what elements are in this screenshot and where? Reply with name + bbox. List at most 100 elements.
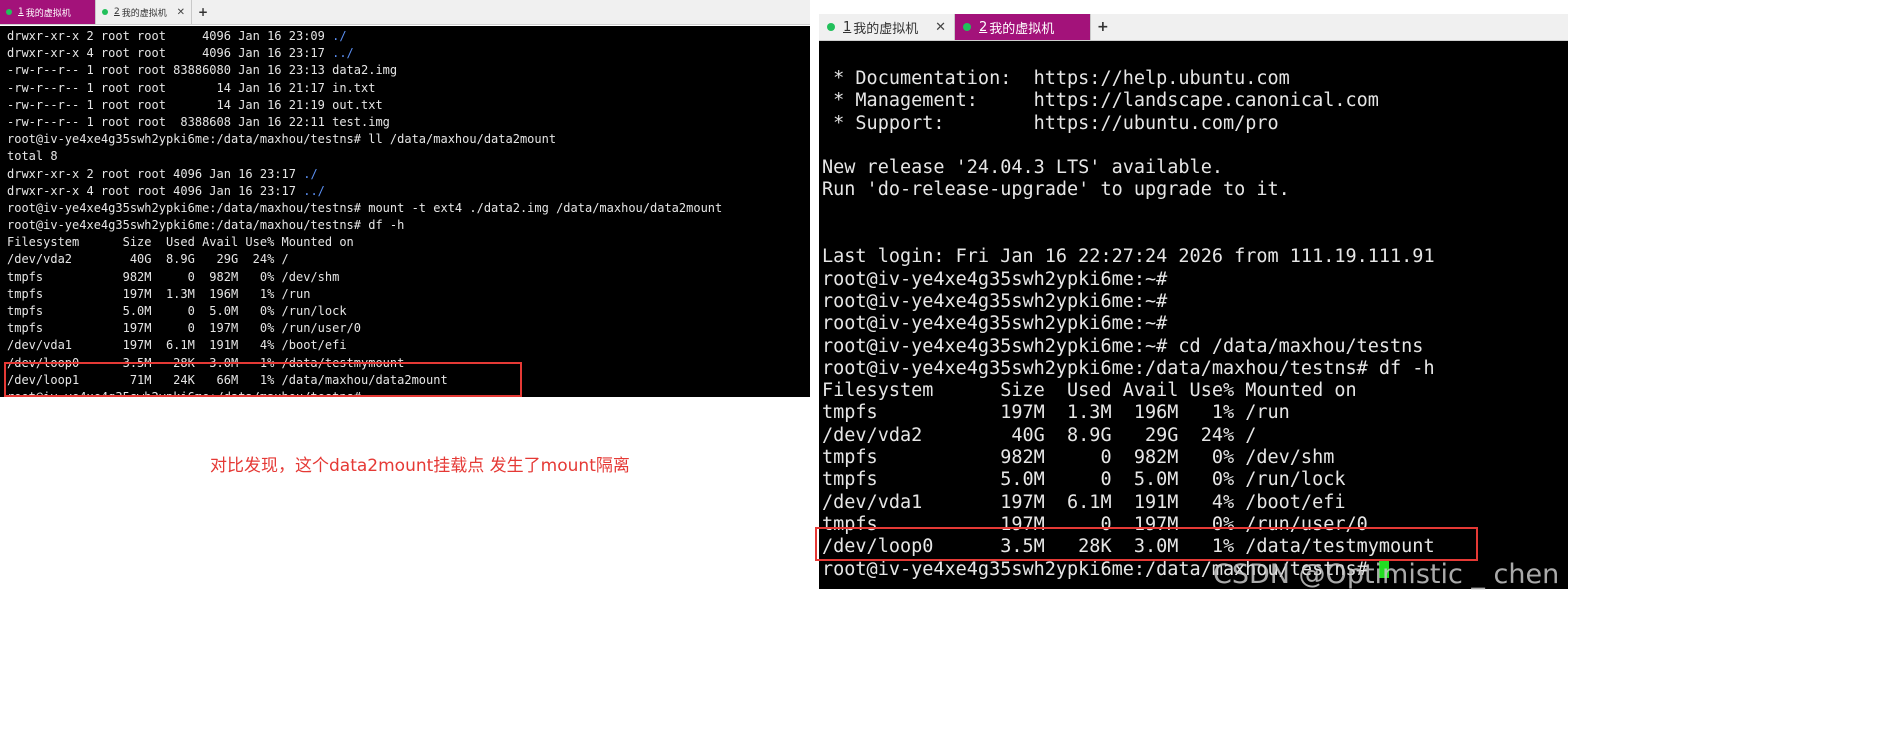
terminal-line-text: Last login: Fri Jan 16 22:27:24 2026 fro… bbox=[822, 246, 1435, 268]
new-tab-icon[interactable]: + bbox=[1091, 14, 1115, 40]
left-terminal-output[interactable]: drwxr-xr-x 2 root root 4096 Jan 16 23:09… bbox=[0, 26, 810, 397]
left-highlight-box bbox=[4, 362, 522, 397]
terminal-line: root@iv-ye4xe4g35swh2ypki6me:/data/maxho… bbox=[7, 200, 810, 217]
left-tab-bar: 1 我的虚拟机 2 我的虚拟机 ✕ + bbox=[0, 0, 810, 25]
status-dot-icon bbox=[102, 9, 108, 15]
terminal-line: tmpfs 982M 0 982M 0% /dev/shm bbox=[7, 269, 810, 286]
terminal-line-text: drwxr-xr-x 4 root root 4096 Jan 16 23:17 bbox=[7, 46, 333, 61]
watermark: CSDN @Optimistic _ chen bbox=[1213, 559, 1560, 590]
terminal-line: * Documentation: https://help.ubuntu.com bbox=[822, 68, 1568, 90]
terminal-line-text: drwxr-xr-x 2 root root 4096 Jan 16 23:17 bbox=[7, 166, 304, 181]
terminal-line-text: * Support: https://ubuntu.com/pro bbox=[822, 112, 1279, 134]
tab-number: 1 bbox=[18, 7, 24, 17]
terminal-line-text: Filesystem Size Used Avail Use% Mounted … bbox=[822, 380, 1357, 402]
terminal-line: root@iv-ye4xe4g35swh2ypki6me:~# bbox=[822, 291, 1568, 313]
tab-label: 我的虚拟机 bbox=[853, 21, 919, 37]
terminal-line: drwxr-xr-x 2 root root 4096 Jan 16 23:09… bbox=[7, 28, 810, 45]
terminal-line-text: root@iv-ye4xe4g35swh2ypki6me:~# cd /data… bbox=[822, 335, 1424, 357]
terminal-line-text: Run 'do-release-upgrade' to upgrade to i… bbox=[822, 179, 1290, 201]
terminal-line-text: -rw-r--r-- 1 root root 14 Jan 16 21:19 o… bbox=[7, 97, 383, 112]
left-tab-2[interactable]: 2 我的虚拟机 ✕ bbox=[96, 0, 192, 24]
terminal-line: tmpfs 5.0M 0 5.0M 0% /run/lock bbox=[7, 303, 810, 320]
terminal-line-text: * Documentation: https://help.ubuntu.com bbox=[822, 68, 1290, 89]
terminal-line: Filesystem Size Used Avail Use% Mounted … bbox=[822, 380, 1568, 402]
terminal-line: tmpfs 982M 0 982M 0% /dev/shm bbox=[822, 447, 1568, 469]
terminal-line-text: drwxr-xr-x 4 root root 4096 Jan 16 23:17 bbox=[7, 183, 304, 198]
directory-name: ../ bbox=[332, 46, 354, 61]
terminal-line-text: root@iv-ye4xe4g35swh2ypki6me:~# bbox=[822, 290, 1168, 312]
terminal-line: -rw-r--r-- 1 root root 83886080 Jan 16 2… bbox=[7, 62, 810, 79]
right-terminal-window: 1 我的虚拟机 ✕ 2 我的虚拟机 + * Documentation: htt… bbox=[819, 14, 1568, 589]
terminal-line-text: /dev/vda1 197M 6.1M 191M 4% /boot/efi bbox=[7, 338, 347, 353]
status-dot-icon bbox=[963, 23, 971, 31]
terminal-line-text: -rw-r--r-- 1 root root 8388608 Jan 16 22… bbox=[7, 114, 390, 129]
tab-label: 我的虚拟机 bbox=[25, 8, 71, 19]
terminal-line-text: tmpfs 5.0M 0 5.0M 0% /run/lock bbox=[822, 469, 1346, 491]
close-icon[interactable]: ✕ bbox=[935, 20, 946, 35]
close-icon[interactable]: ✕ bbox=[177, 7, 185, 18]
terminal-line: root@iv-ye4xe4g35swh2ypki6me:~# cd /data… bbox=[822, 336, 1568, 358]
tab-label: 我的虚拟机 bbox=[121, 8, 167, 19]
left-terminal-window: 1 我的虚拟机 2 我的虚拟机 ✕ + drwxr-xr-x 2 root ro… bbox=[0, 0, 810, 397]
terminal-line: Last login: Fri Jan 16 22:27:24 2026 fro… bbox=[822, 246, 1568, 268]
terminal-line-text: -rw-r--r-- 1 root root 14 Jan 16 21:17 i… bbox=[7, 80, 376, 95]
status-dot-icon bbox=[827, 23, 835, 31]
right-tab-1[interactable]: 1 我的虚拟机 ✕ bbox=[819, 14, 955, 40]
terminal-line: Filesystem Size Used Avail Use% Mounted … bbox=[7, 234, 810, 251]
terminal-line-text: tmpfs 982M 0 982M 0% /dev/shm bbox=[7, 269, 340, 284]
terminal-line-text: tmpfs 197M 1.3M 196M 1% /run bbox=[822, 402, 1290, 424]
terminal-line: root@iv-ye4xe4g35swh2ypki6me:~# bbox=[822, 269, 1568, 291]
terminal-line: tmpfs 197M 1.3M 196M 1% /run bbox=[7, 286, 810, 303]
terminal-line: root@iv-ye4xe4g35swh2ypki6me:/data/maxho… bbox=[7, 131, 810, 148]
terminal-line-text: * Management: https://landscape.canonica… bbox=[822, 90, 1379, 112]
terminal-line: root@iv-ye4xe4g35swh2ypki6me:/data/maxho… bbox=[822, 358, 1568, 380]
terminal-line-text: tmpfs 197M 0 197M 0% /run/user/0 bbox=[7, 321, 362, 336]
right-terminal-output[interactable]: * Documentation: https://help.ubuntu.com… bbox=[819, 41, 1568, 589]
terminal-line: * Support: https://ubuntu.com/pro bbox=[822, 113, 1568, 135]
directory-name: ./ bbox=[303, 166, 318, 181]
terminal-line: -rw-r--r-- 1 root root 8388608 Jan 16 22… bbox=[7, 114, 810, 131]
terminal-line: root@iv-ye4xe4g35swh2ypki6me:~# bbox=[822, 313, 1568, 335]
terminal-line: Run 'do-release-upgrade' to upgrade to i… bbox=[822, 179, 1568, 201]
terminal-line-text: /dev/vda1 197M 6.1M 191M 4% /boot/efi bbox=[822, 491, 1346, 513]
tab-number: 2 bbox=[979, 19, 988, 35]
status-dot-icon bbox=[6, 9, 12, 15]
terminal-line: total 8 bbox=[7, 148, 810, 165]
terminal-line: New release '24.04.3 LTS' available. bbox=[822, 157, 1568, 179]
terminal-line: drwxr-xr-x 4 root root 4096 Jan 16 23:17… bbox=[7, 45, 810, 62]
terminal-line: -rw-r--r-- 1 root root 14 Jan 16 21:19 o… bbox=[7, 97, 810, 114]
terminal-line-text: root@iv-ye4xe4g35swh2ypki6me:/data/maxho… bbox=[7, 218, 405, 233]
new-tab-icon[interactable]: + bbox=[192, 0, 214, 24]
tab-number: 2 bbox=[114, 7, 120, 17]
terminal-line: * Management: https://landscape.canonica… bbox=[822, 90, 1568, 112]
terminal-line-text: root@iv-ye4xe4g35swh2ypki6me:~# bbox=[822, 268, 1168, 290]
terminal-line: -rw-r--r-- 1 root root 14 Jan 16 21:17 i… bbox=[7, 80, 810, 97]
terminal-line-text: /dev/vda2 40G 8.9G 29G 24% / bbox=[7, 252, 289, 267]
terminal-line-text: root@iv-ye4xe4g35swh2ypki6me:/data/maxho… bbox=[7, 200, 723, 215]
terminal-line-text: New release '24.04.3 LTS' available. bbox=[822, 157, 1223, 179]
terminal-line-text: root@iv-ye4xe4g35swh2ypki6me:/data/maxho… bbox=[7, 132, 557, 147]
tab-number: 1 bbox=[843, 19, 852, 35]
annotation-text: 对比发现，这个data2mount挂载点 发生了mount隔离 bbox=[210, 456, 630, 476]
directory-name: ./ bbox=[332, 29, 347, 43]
terminal-line-text: root@iv-ye4xe4g35swh2ypki6me:~# bbox=[822, 313, 1168, 335]
right-tab-bar: 1 我的虚拟机 ✕ 2 我的虚拟机 + bbox=[819, 14, 1568, 41]
terminal-line-text: -rw-r--r-- 1 root root 83886080 Jan 16 2… bbox=[7, 63, 398, 78]
terminal-line: drwxr-xr-x 4 root root 4096 Jan 16 23:17… bbox=[7, 183, 810, 200]
right-tab-2[interactable]: 2 我的虚拟机 bbox=[955, 14, 1091, 40]
terminal-line: /dev/vda2 40G 8.9G 29G 24% / bbox=[822, 425, 1568, 447]
terminal-line: drwxr-xr-x 2 root root 4096 Jan 16 23:17… bbox=[7, 166, 810, 183]
terminal-line: root@iv-ye4xe4g35swh2ypki6me:/data/maxho… bbox=[7, 217, 810, 234]
terminal-line: tmpfs 197M 1.3M 196M 1% /run bbox=[822, 402, 1568, 424]
terminal-line-text: Filesystem Size Used Avail Use% Mounted … bbox=[7, 235, 354, 250]
terminal-line-text: tmpfs 982M 0 982M 0% /dev/shm bbox=[822, 447, 1335, 469]
terminal-line-text: root@iv-ye4xe4g35swh2ypki6me:/data/maxho… bbox=[822, 357, 1435, 379]
terminal-line-text: /dev/vda2 40G 8.9G 29G 24% / bbox=[822, 424, 1257, 446]
left-tab-1[interactable]: 1 我的虚拟机 bbox=[0, 0, 96, 24]
tab-label: 我的虚拟机 bbox=[989, 21, 1055, 37]
terminal-line-text: drwxr-xr-x 2 root root 4096 Jan 16 23:09 bbox=[7, 29, 333, 43]
terminal-line: tmpfs 5.0M 0 5.0M 0% /run/lock bbox=[822, 469, 1568, 491]
